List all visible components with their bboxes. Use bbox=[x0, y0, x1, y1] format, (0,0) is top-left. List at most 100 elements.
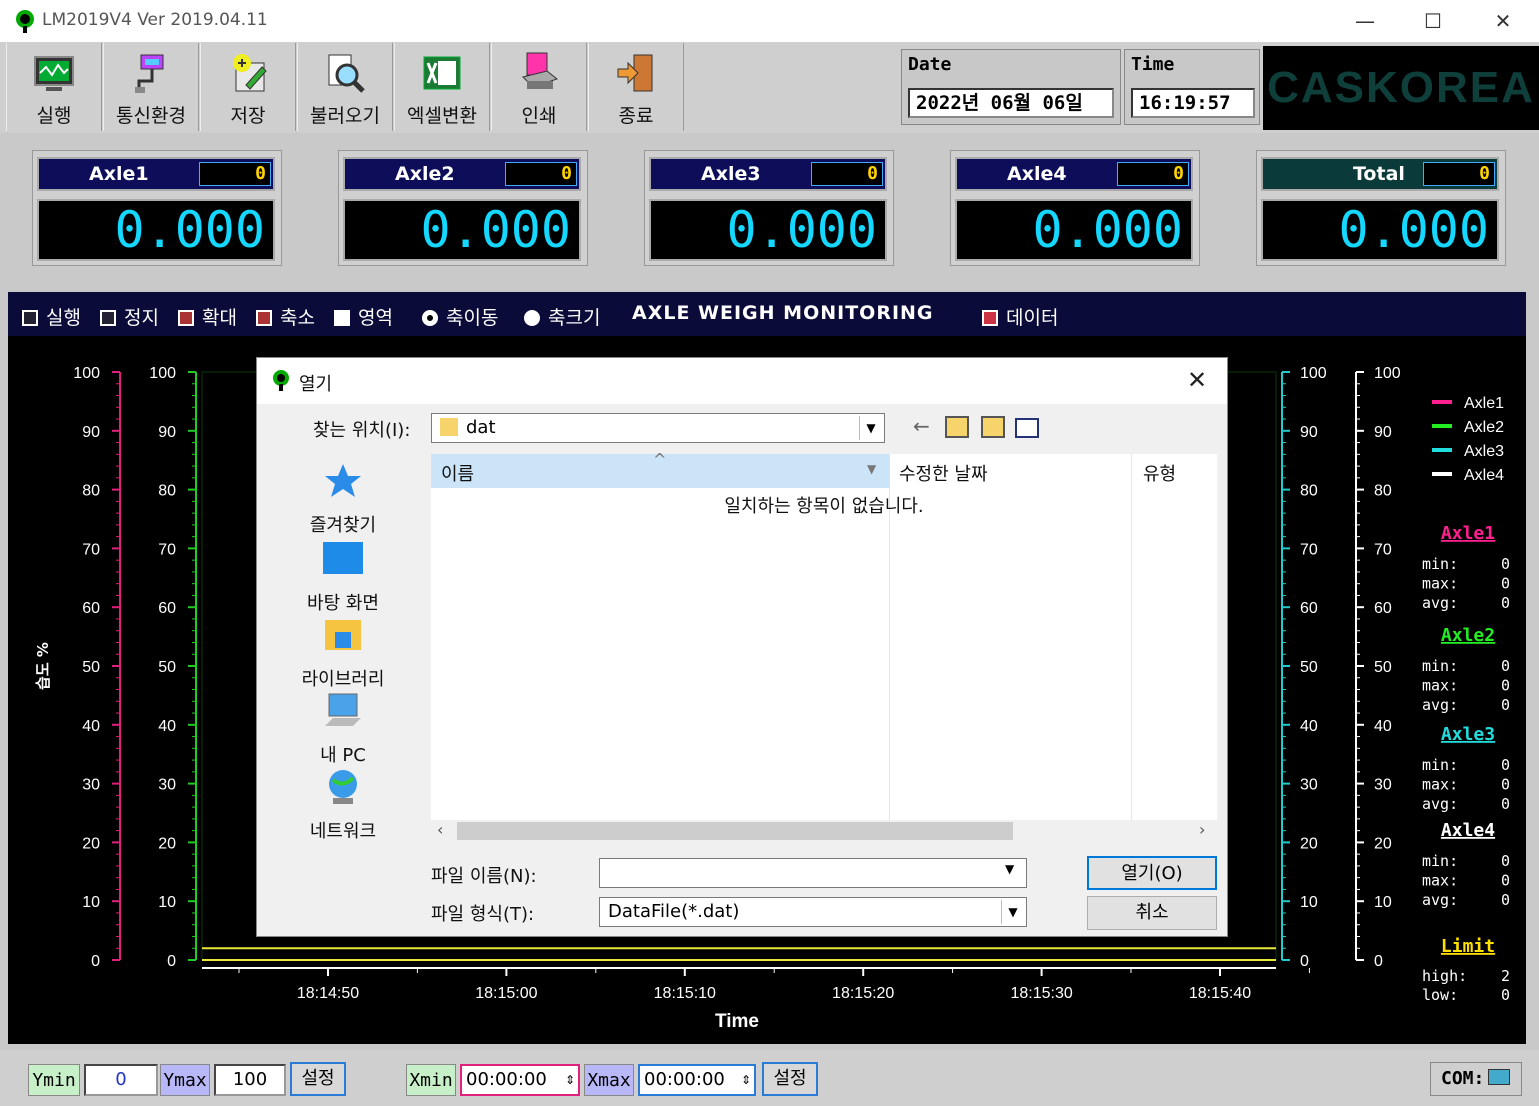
place-libraries[interactable]: 라이브러리 bbox=[281, 616, 405, 691]
x-tick-label: 18:15:20 bbox=[832, 985, 894, 1002]
ymax-label: Ymax bbox=[160, 1064, 210, 1096]
axis-move-radio[interactable]: 축이동 bbox=[422, 303, 498, 330]
horizontal-scrollbar[interactable]: ‹ › bbox=[431, 820, 1217, 842]
y-tick-label: 30 bbox=[1300, 777, 1318, 794]
new-folder-icon[interactable] bbox=[981, 416, 1005, 438]
date-box: Date 2022년 06월 06일 bbox=[901, 49, 1121, 125]
legend-label: Axle4 bbox=[1464, 467, 1504, 484]
minimize-button[interactable]: — bbox=[1342, 6, 1388, 36]
column-header-type[interactable]: 유형 bbox=[1143, 460, 1176, 486]
data-button[interactable]: 데이터 bbox=[982, 303, 1058, 330]
y-tick-label: 30 bbox=[82, 777, 100, 794]
y-tick-label: 80 bbox=[1300, 483, 1318, 500]
filetype-value: DataFile(*.dat) bbox=[608, 901, 740, 922]
view-menu-icon[interactable] bbox=[1015, 418, 1039, 438]
y-tick-label: 90 bbox=[1374, 424, 1392, 441]
place-label: 즐겨찾기 bbox=[309, 515, 377, 536]
scrollbar-thumb[interactable] bbox=[457, 822, 1013, 840]
load-label: 불러오기 bbox=[310, 105, 380, 127]
cancel-button[interactable]: 취소 bbox=[1087, 896, 1217, 930]
xmax-input[interactable]: 00:00:00 ⇕ bbox=[638, 1064, 756, 1096]
ymin-input[interactable]: 0 bbox=[84, 1064, 158, 1096]
maximize-button[interactable]: ☐ bbox=[1410, 6, 1456, 36]
limit-title: Limit bbox=[1441, 936, 1495, 957]
y-tick-label: 40 bbox=[1374, 718, 1392, 735]
chart-stop-button[interactable]: 정지 bbox=[100, 303, 159, 330]
y-tick-label: 60 bbox=[1300, 600, 1318, 617]
folder-icon bbox=[440, 418, 458, 436]
network-plug-icon bbox=[135, 54, 164, 93]
column-header-date[interactable]: 수정한 날짜 bbox=[899, 460, 988, 486]
place-this-pc[interactable]: 내 PC bbox=[281, 692, 405, 767]
chevron-down-icon[interactable]: ▼ bbox=[1005, 862, 1014, 876]
axle1-panel: Axle1 0 0.000 bbox=[32, 150, 282, 266]
stat-label: max: bbox=[1422, 575, 1458, 593]
place-favorites[interactable]: 즐겨찾기 bbox=[281, 462, 405, 537]
exit-label: 종료 bbox=[618, 105, 654, 127]
dialog-close-icon[interactable]: ✕ bbox=[1187, 366, 1207, 394]
axle3-count: 0 bbox=[811, 162, 883, 186]
zoom-in-icon bbox=[178, 310, 194, 326]
stat-title: Axle3 bbox=[1441, 724, 1495, 745]
print-button[interactable]: 인쇄 bbox=[491, 43, 587, 131]
filename-input[interactable] bbox=[599, 858, 1027, 888]
exit-button[interactable]: 종료 bbox=[588, 43, 684, 131]
area-checkbox[interactable]: 영역 bbox=[334, 303, 393, 330]
axle1-header: Axle1 0 bbox=[37, 157, 275, 191]
back-arrow-icon[interactable]: ← bbox=[913, 414, 930, 438]
star-icon bbox=[325, 464, 361, 497]
stat-value: 0 bbox=[1501, 696, 1510, 714]
xmin-input[interactable]: 00:00:00 ⇕ bbox=[460, 1064, 580, 1096]
spinner-icon[interactable]: ⇕ bbox=[741, 1066, 754, 1094]
up-folder-icon[interactable] bbox=[945, 416, 969, 438]
column-header-name[interactable]: 이름 ^ ▼ bbox=[431, 450, 889, 488]
stat-value: 0 bbox=[1501, 756, 1510, 774]
stat-label: min: bbox=[1422, 852, 1458, 870]
place-network[interactable]: 네트워크 bbox=[281, 768, 405, 843]
axle1-count: 0 bbox=[199, 162, 271, 186]
comm-settings-button[interactable]: 통신환경 bbox=[103, 43, 199, 131]
scroll-left-icon[interactable]: ‹ bbox=[437, 820, 443, 839]
save-button[interactable]: 저장 bbox=[200, 43, 296, 131]
dialog-title: 열기 bbox=[299, 374, 333, 395]
y-tick-label: 70 bbox=[82, 541, 100, 558]
stat-value: 0 bbox=[1501, 555, 1510, 573]
y-axis-label: 습도 % bbox=[34, 642, 52, 690]
y-tick-label: 10 bbox=[1374, 894, 1392, 911]
file-list[interactable]: 이름 ^ ▼ 수정한 날짜 유형 일치하는 항목이 없습니다. ‹ › bbox=[431, 450, 1217, 842]
x-set-button[interactable]: 설정 bbox=[762, 1062, 818, 1096]
run-button[interactable]: 실행 bbox=[6, 43, 102, 131]
load-button[interactable]: 불러오기 bbox=[297, 43, 393, 131]
xmin-label: Xmin bbox=[406, 1064, 456, 1096]
spinner-icon[interactable]: ⇕ bbox=[565, 1066, 578, 1094]
look-in-label: 찾는 위치(I): bbox=[313, 420, 411, 441]
xmax-label: Xmax bbox=[584, 1064, 634, 1096]
look-in-combo[interactable]: dat ▼ bbox=[431, 413, 885, 443]
ymax-input[interactable]: 100 bbox=[214, 1064, 286, 1096]
y-tick-label: 10 bbox=[1300, 894, 1318, 911]
excel-convert-button[interactable]: 엑셀변환 bbox=[394, 43, 490, 131]
chart-title: AXLE WEIGH MONITORING bbox=[632, 302, 934, 324]
data-label: 데이터 bbox=[1006, 307, 1059, 329]
zoom-out-button[interactable]: 축소 bbox=[256, 303, 315, 330]
legend-label: Axle1 bbox=[1464, 395, 1504, 412]
y-tick-label: 40 bbox=[1300, 718, 1318, 735]
printer-icon bbox=[522, 52, 559, 89]
open-button[interactable]: 열기(O) bbox=[1087, 856, 1217, 890]
scroll-right-icon[interactable]: › bbox=[1199, 820, 1205, 839]
exit-door-icon bbox=[617, 54, 653, 92]
y-tick-label: 50 bbox=[1374, 659, 1392, 676]
stat-value: 0 bbox=[1501, 852, 1510, 870]
look-in-value: dat bbox=[466, 417, 496, 438]
place-desktop[interactable]: 바탕 화면 bbox=[281, 540, 405, 615]
axis-size-radio[interactable]: 축크기 bbox=[524, 303, 600, 330]
stat-label: avg: bbox=[1422, 795, 1458, 813]
xmax-value: 00:00:00 bbox=[644, 1069, 725, 1090]
total-value: 0.000 bbox=[1261, 199, 1499, 261]
close-button[interactable]: ✕ bbox=[1480, 6, 1526, 36]
filetype-select[interactable]: DataFile(*.dat) ▼ bbox=[599, 897, 1027, 927]
chart-run-button[interactable]: 실행 bbox=[22, 303, 81, 330]
zoom-in-button[interactable]: 확대 bbox=[178, 303, 237, 330]
stat-label: avg: bbox=[1422, 696, 1458, 714]
y-set-button[interactable]: 설정 bbox=[290, 1062, 346, 1096]
